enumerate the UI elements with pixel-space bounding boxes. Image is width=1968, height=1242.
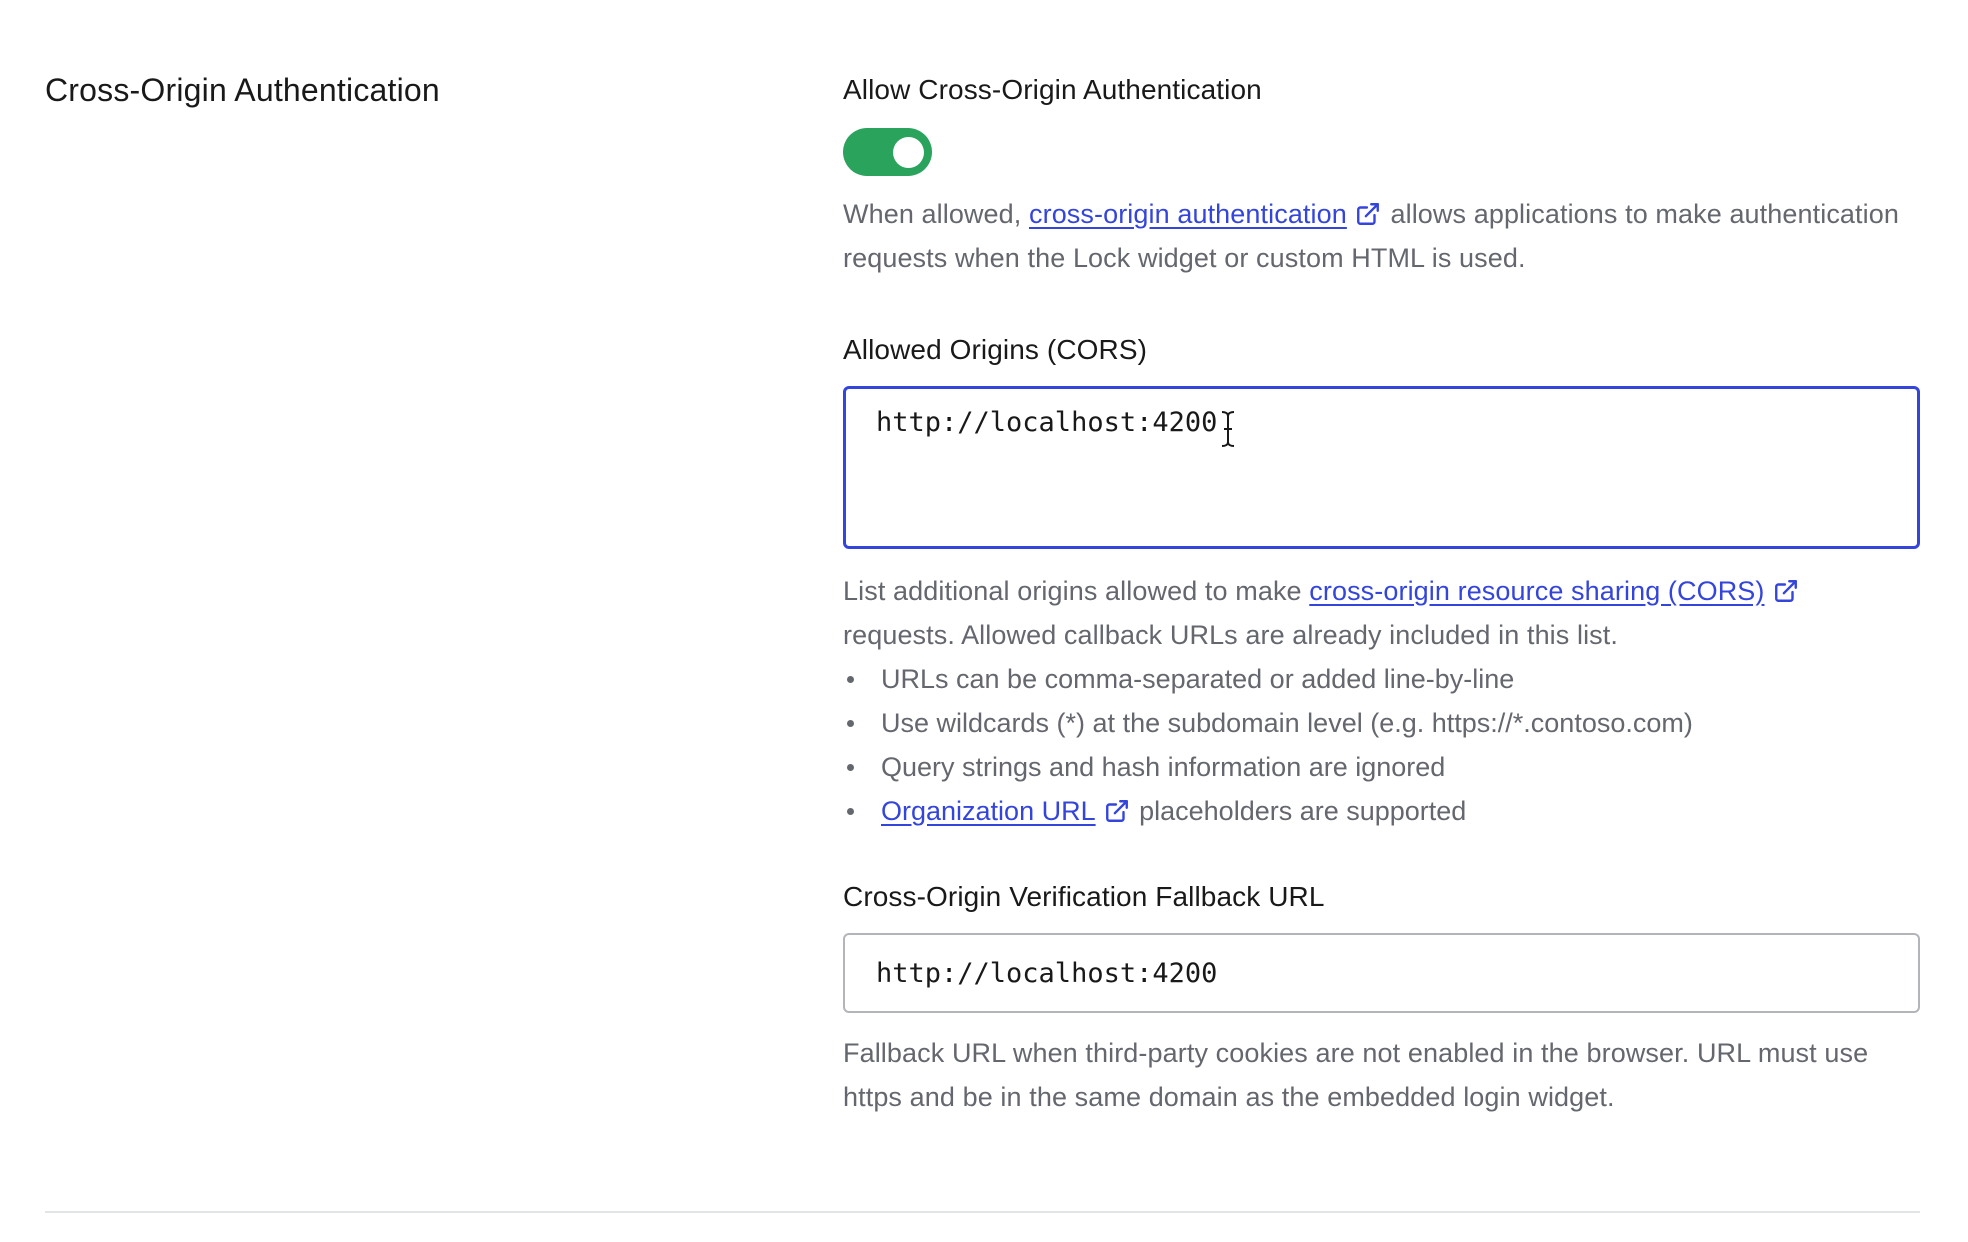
section-title: Cross-Origin Authentication <box>45 72 440 108</box>
allow-cross-origin-help: When allowed, cross-origin authenticatio… <box>843 192 1920 280</box>
allow-cross-origin-toggle[interactable] <box>843 128 932 176</box>
list-item: Use wildcards (*) at the subdomain level… <box>843 701 1920 745</box>
allowed-origins-help: List additional origins allowed to make … <box>843 569 1920 657</box>
fallback-url-input[interactable]: http://localhost:4200 <box>843 933 1920 1013</box>
list-item: URLs can be comma-separated or added lin… <box>843 657 1920 701</box>
fallback-url-value: http://localhost:4200 <box>876 957 1218 989</box>
external-link-icon <box>1774 580 1797 602</box>
cross-origin-authentication-link[interactable]: cross-origin authentication <box>1029 199 1347 229</box>
list-item: Query strings and hash information are i… <box>843 745 1920 789</box>
cors-link[interactable]: cross-origin resource sharing (CORS) <box>1309 576 1764 606</box>
allowed-origins-textarea[interactable]: http://localhost:4200 <box>843 386 1920 549</box>
organization-url-link[interactable]: Organization URL <box>881 796 1096 826</box>
list-item: Organization URL placeholders are suppor… <box>843 789 1920 833</box>
external-link-icon <box>1356 203 1379 225</box>
allowed-origins-label: Allowed Origins (CORS) <box>843 334 1148 365</box>
help-text-suffix: requests. Allowed callback URLs are alre… <box>843 620 1618 650</box>
settings-page: Cross-Origin Authentication Allow Cross-… <box>0 0 1968 1242</box>
list-item-suffix: placeholders are supported <box>1131 796 1467 826</box>
allowed-origins-rules-list: URLs can be comma-separated or added lin… <box>843 657 1920 833</box>
settings-column: Allow Cross-Origin Authentication When a… <box>843 70 1920 1119</box>
toggle-knob <box>893 137 924 168</box>
fallback-url-help: Fallback URL when third-party cookies ar… <box>843 1038 1869 1112</box>
fallback-url-label: Cross-Origin Verification Fallback URL <box>843 881 1325 912</box>
section-divider <box>45 1211 1920 1213</box>
help-text-prefix: When allowed, <box>843 199 1029 229</box>
allowed-origins-value: http://localhost:4200 <box>876 407 1218 438</box>
help-text-prefix: List additional origins allowed to make <box>843 576 1310 606</box>
allow-cross-origin-label: Allow Cross-Origin Authentication <box>843 74 1262 105</box>
external-link-icon <box>1105 800 1128 822</box>
text-cursor-icon <box>1221 411 1235 447</box>
